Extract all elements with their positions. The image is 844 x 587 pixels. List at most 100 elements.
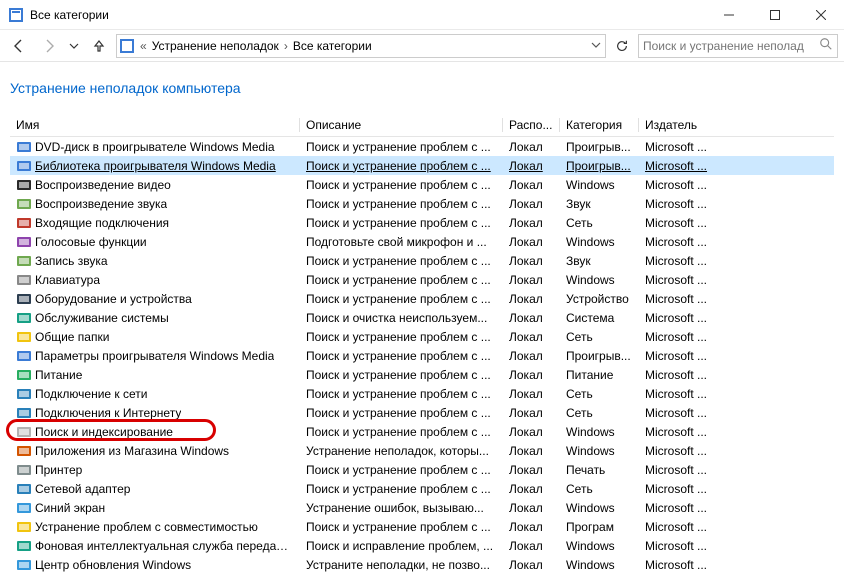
address-dropdown-icon[interactable] (591, 39, 603, 53)
cell-description: Поиск и очистка неиспользуем... (300, 311, 503, 325)
location-icon (119, 38, 135, 54)
cell-publisher: Microsoft ... (639, 235, 719, 249)
cell-category: Windows (560, 178, 639, 192)
cell-name[interactable]: Синий экран (10, 500, 300, 516)
table-row[interactable]: Общие папкиПоиск и устранение проблем с … (10, 327, 834, 346)
cell-name[interactable]: Подключения к Интернету (10, 405, 300, 421)
cell-name[interactable]: Входящие подключения (10, 215, 300, 231)
cell-name[interactable]: Подключение к сети (10, 386, 300, 402)
cell-name[interactable]: Приложения из Магазина Windows (10, 443, 300, 459)
item-name: Центр обновления Windows (35, 558, 191, 572)
table-row[interactable]: ПитаниеПоиск и устранение проблем с ...Л… (10, 365, 834, 384)
cell-name[interactable]: Устранение проблем с совместимостью (10, 519, 300, 535)
cell-publisher: Microsoft ... (639, 444, 719, 458)
cell-name[interactable]: Параметры проигрывателя Windows Media (10, 348, 300, 364)
table-row[interactable]: Параметры проигрывателя Windows MediaПои… (10, 346, 834, 365)
table-row[interactable]: Подключение к сетиПоиск и устранение про… (10, 384, 834, 403)
cell-location: Локал (503, 330, 560, 344)
cell-description: Поиск и устранение проблем с ... (300, 330, 503, 344)
column-header-location[interactable]: Распо... (503, 114, 560, 136)
table-row[interactable]: Запись звука Поиск и устранение проблем с… (10, 251, 834, 270)
up-button[interactable] (86, 33, 112, 59)
search-input[interactable] (643, 39, 815, 53)
item-name: Синий экран (35, 501, 105, 515)
breadcrumb-part[interactable]: Все категории (293, 39, 372, 53)
breadcrumb-part[interactable]: Устранение неполадок (152, 39, 279, 53)
search-icon[interactable] (819, 37, 833, 54)
address-bar[interactable]: « Устранение неполадок › Все категории (116, 34, 606, 58)
cell-category: Windows (560, 501, 639, 515)
table-row[interactable]: Оборудование и устройстваПоиск и устране… (10, 289, 834, 308)
troubleshooter-icon (16, 348, 32, 364)
cell-description: Устранение ошибок, вызываю... (300, 501, 503, 515)
table-row[interactable]: Подключения к ИнтернетуПоиск и устранени… (10, 403, 834, 422)
troubleshooter-icon (16, 538, 32, 554)
column-header-description[interactable]: Описание (300, 114, 503, 136)
table-row[interactable]: ПринтерПоиск и устранение проблем с ...Л… (10, 460, 834, 479)
recent-locations-button[interactable] (66, 33, 82, 59)
item-name: Запись звука (35, 254, 108, 268)
table-row[interactable]: Входящие подключенияПоиск и устранение п… (10, 213, 834, 232)
table-row[interactable]: Фоновая интеллектуальная служба передачи… (10, 536, 834, 555)
cell-name[interactable]: Запись звука (10, 253, 300, 269)
cell-description: Поиск и устранение проблем с ... (300, 178, 503, 192)
cell-location: Локал (503, 558, 560, 572)
cell-name[interactable]: Принтер (10, 462, 300, 478)
table-row[interactable]: Поиск и индексированиеПоиск и устранение… (10, 422, 834, 441)
cell-name[interactable]: Питание (10, 367, 300, 383)
table-row[interactable]: Воспроизведение видеоПоиск и устранение … (10, 175, 834, 194)
maximize-button[interactable] (752, 0, 798, 30)
table-row[interactable]: Сетевой адаптерПоиск и устранение пробле… (10, 479, 834, 498)
cell-name[interactable]: DVD-диск в проигрывателе Windows Media (10, 139, 300, 155)
table-row[interactable]: Синий экран Устранение ошибок, вызываю...… (10, 498, 834, 517)
table-row[interactable]: Библиотека проигрывателя Windows MediaПо… (10, 156, 834, 175)
item-name: Клавиатура (35, 273, 100, 287)
table-row[interactable]: Воспроизведение звукаПоиск и устранение … (10, 194, 834, 213)
close-button[interactable] (798, 0, 844, 30)
column-header-category[interactable]: Категория (560, 114, 639, 136)
table-row[interactable]: Приложения из Магазина WindowsУстранение… (10, 441, 834, 460)
search-box[interactable] (638, 34, 838, 58)
table-row[interactable]: Устранение проблем с совместимостьюПоиск… (10, 517, 834, 536)
cell-name[interactable]: Воспроизведение звука (10, 196, 300, 212)
cell-location: Локал (503, 482, 560, 496)
cell-location: Локал (503, 292, 560, 306)
table-row[interactable]: DVD-диск в проигрывателе Windows MediaПо… (10, 137, 834, 156)
cell-name[interactable]: Голосовые функции (10, 234, 300, 250)
table-row[interactable]: Голосовые функцииПодготовьте свой микроф… (10, 232, 834, 251)
cell-name[interactable]: Общие папки (10, 329, 300, 345)
table-row[interactable]: Центр обновления WindowsУстраните непола… (10, 555, 834, 574)
back-button[interactable] (6, 33, 32, 59)
item-name: Устранение проблем с совместимостью (35, 520, 258, 534)
item-name: Библиотека проигрывателя Windows Media (35, 159, 276, 173)
titlebar: Все категории (0, 0, 844, 30)
cell-category: Windows (560, 539, 639, 553)
troubleshooter-icon (16, 329, 32, 345)
column-header-publisher[interactable]: Издатель (639, 114, 719, 136)
cell-category: Система (560, 311, 639, 325)
cell-name[interactable]: Поиск и индексирование (10, 424, 300, 440)
window-icon (8, 7, 24, 23)
troubleshooter-icon (16, 253, 32, 269)
cell-publisher: Microsoft ... (639, 501, 719, 515)
cell-name[interactable]: Центр обновления Windows (10, 557, 300, 573)
cell-name[interactable]: Оборудование и устройства (10, 291, 300, 307)
troubleshooter-icon (16, 234, 32, 250)
table-row[interactable]: КлавиатураПоиск и устранение проблем с .… (10, 270, 834, 289)
cell-name[interactable]: Клавиатура (10, 272, 300, 288)
cell-name[interactable]: Обслуживание системы (10, 310, 300, 326)
minimize-button[interactable] (706, 0, 752, 30)
cell-name[interactable]: Сетевой адаптер (10, 481, 300, 497)
cell-name[interactable]: Библиотека проигрывателя Windows Media (10, 158, 300, 174)
list-view[interactable]: DVD-диск в проигрывателе Windows Media По… (10, 137, 834, 574)
cell-category: Проигрыв... (560, 140, 639, 154)
item-name: Подключения к Интернету (35, 406, 181, 420)
window-title: Все категории (30, 8, 706, 22)
cell-name[interactable]: Воспроизведение видео (10, 177, 300, 193)
column-header-name[interactable]: Имя (10, 114, 300, 136)
forward-button[interactable] (36, 33, 62, 59)
cell-description: Поиск и устранение проблем с ... (300, 254, 503, 268)
refresh-button[interactable] (610, 34, 634, 58)
table-row[interactable]: Обслуживание системыПоиск и очистка неис… (10, 308, 834, 327)
cell-name[interactable]: Фоновая интеллектуальная служба передачи… (10, 538, 300, 554)
